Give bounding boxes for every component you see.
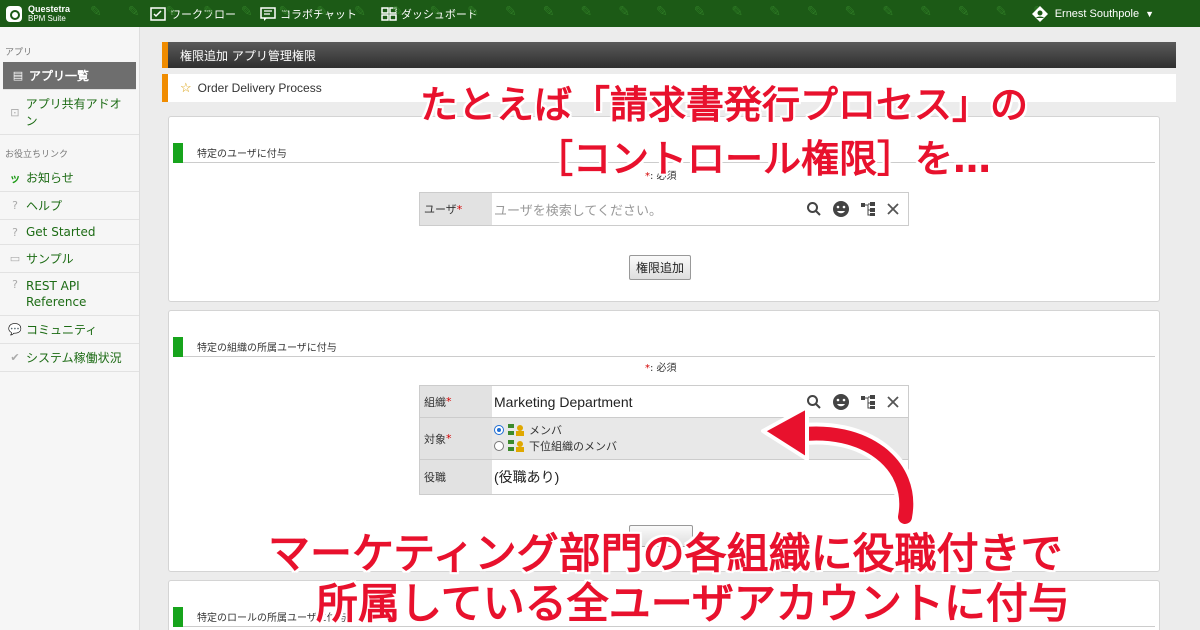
- news-icon: ッ: [9, 171, 21, 185]
- page-title-bar: 権限追加 アプリ管理権限: [162, 42, 1176, 68]
- sidebar-item-community[interactable]: 💬 コミュニティ: [0, 316, 139, 344]
- sidebar-item-system-status[interactable]: ✔ システム稼働状況: [0, 344, 139, 372]
- help-icon: ?: [12, 199, 18, 212]
- brand-name: Questetra: [28, 3, 71, 14]
- community-icon: 💬: [8, 323, 22, 336]
- process-name: Order Delivery Process: [197, 81, 322, 95]
- user-menu[interactable]: Ernest Southpole ▼: [1031, 0, 1154, 27]
- user-label: ユーザ *: [420, 193, 492, 225]
- caption-line-4: 所属している全ユーザアカウントに付与: [316, 579, 1070, 628]
- sidebar-section-links: お役立ちリンク: [5, 150, 69, 160]
- role-label: 役職: [420, 460, 492, 494]
- panel-title: 特定の組織の所属ユーザに付与: [173, 336, 1155, 357]
- target-option-sub-member[interactable]: 下位組織のメンバ: [494, 439, 617, 455]
- required-note: *: 必須: [645, 363, 677, 374]
- caption-line-2: ［コントロール権限］を…: [535, 137, 992, 181]
- star-icon[interactable]: ☆: [180, 80, 192, 96]
- workflow-icon: [150, 6, 166, 21]
- user-name: Ernest Southpole: [1054, 7, 1140, 20]
- org-members-icon: [508, 439, 524, 452]
- org-members-icon: [508, 423, 524, 436]
- brand-logo[interactable]: Questetra BPM Suite: [0, 3, 150, 23]
- sidebar-item-help[interactable]: ? ヘルプ: [0, 192, 139, 220]
- nav-dashboard[interactable]: ダッシュボード: [381, 6, 478, 22]
- user-form: ユーザ * ユーザを検索してください。: [419, 192, 909, 226]
- org-label: 組織 *: [420, 386, 492, 417]
- help-icon: ?: [12, 225, 18, 239]
- app-list-icon: ▤: [12, 69, 24, 82]
- addon-icon: ⊡: [10, 105, 20, 119]
- sidebar: アプリ ▤ アプリ一覧 ⊡ アプリ共有アドオン お役立ちリンク ッ お知らせ ?…: [0, 27, 140, 630]
- user-search-input[interactable]: ユーザを検索してください。: [494, 200, 662, 219]
- caption-line-1: たとえば「請求書発行プロセス」の: [420, 83, 1029, 127]
- role-select[interactable]: (役職あり): [494, 467, 559, 487]
- user-pick-icon[interactable]: [832, 200, 850, 218]
- search-icon[interactable]: [806, 201, 822, 217]
- nav-workflow[interactable]: ワークフロー: [150, 6, 236, 22]
- brand-sub: BPM Suite: [28, 13, 66, 23]
- sample-icon: ▭: [9, 252, 21, 265]
- sidebar-item-get-started[interactable]: ? Get Started: [0, 220, 139, 245]
- top-bar: ✎✎✎✎✎✎✎✎✎✎✎✎✎✎✎✎✎✎✎✎✎✎✎✎✎✎ Questetra BPM…: [0, 0, 1200, 27]
- questetra-logo-icon: [6, 5, 22, 22]
- chevron-down-icon: ▼: [1145, 8, 1154, 19]
- annotation-arrow-icon: [761, 405, 918, 525]
- dashboard-icon: [381, 6, 397, 21]
- user-avatar-icon: [1031, 5, 1048, 22]
- sidebar-section-app: アプリ: [5, 48, 33, 58]
- org-value[interactable]: Marketing Department: [494, 394, 633, 410]
- nav-workflow-label: ワークフロー: [170, 7, 236, 21]
- nav-collab-chat-label: コラボチャット: [280, 7, 357, 21]
- target-option-member[interactable]: メンバ: [494, 423, 562, 439]
- nav-dashboard-label: ダッシュボード: [400, 7, 478, 21]
- sidebar-item-app-addon[interactable]: ⊡ アプリ共有アドオン: [0, 90, 139, 135]
- radio-unselected[interactable]: [494, 440, 504, 451]
- check-circle-icon: ✔: [10, 351, 20, 364]
- sidebar-item-news[interactable]: ッ お知らせ: [0, 164, 139, 192]
- sidebar-item-app-list[interactable]: ▤ アプリ一覧: [3, 62, 136, 90]
- sidebar-item-rest-api[interactable]: ? REST API Reference: [0, 273, 139, 316]
- chat-icon: [260, 6, 276, 21]
- sidebar-item-sample[interactable]: ▭ サンプル: [0, 245, 139, 273]
- help-icon: ?: [12, 278, 18, 291]
- org-tree-icon[interactable]: [860, 201, 876, 217]
- nav-collab-chat[interactable]: コラボチャット: [260, 6, 357, 22]
- top-navigation: ワークフロー コラボチャット ダッシュボード: [150, 6, 502, 22]
- radio-selected[interactable]: [494, 424, 504, 435]
- clear-icon[interactable]: [886, 202, 900, 216]
- target-label: 対象 *: [420, 418, 492, 459]
- add-permission-button[interactable]: 権限追加: [629, 255, 692, 280]
